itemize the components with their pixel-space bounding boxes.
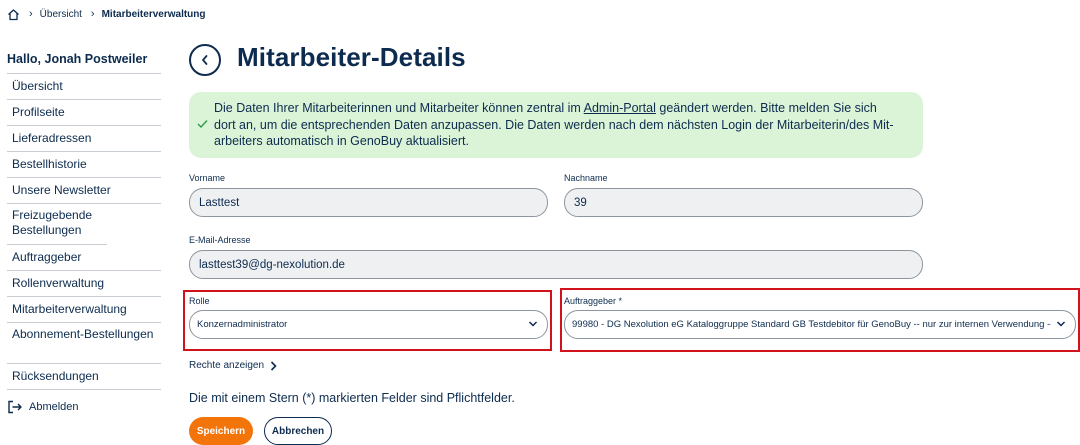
chevron-right-icon: › (29, 7, 33, 20)
sidebar-item-freizugebende-bestellungen[interactable]: Freizugebende Bestellungen (7, 204, 107, 245)
sidebar-greeting: Hallo, Jonah Postweiler (7, 50, 161, 74)
logout-label: Abmelden (29, 401, 79, 413)
required-fields-note: Die mit einem Stern (*) markierten Felde… (189, 391, 515, 405)
vorname-field[interactable]: Lasttest (189, 188, 548, 217)
breadcrumb-item-current: Mitarbeiterverwaltung (101, 8, 206, 20)
chevron-left-icon (202, 55, 208, 65)
breadcrumb: › Übersicht › Mitarbeiterverwaltung (7, 7, 206, 21)
sidebar-item-mitarbeiterverwaltung[interactable]: Mitarbeiterverwaltung (7, 297, 161, 323)
auftraggeber-select-value: 99980 - DG Nexolution eG Kataloggruppe S… (572, 319, 1051, 330)
sidebar-item-lieferadressen[interactable]: Lieferadressen (7, 126, 161, 152)
sidebar-item-auftraggeber[interactable]: Auftraggeber (7, 245, 161, 271)
info-text-2: geändert werden. Bitte melden Sie sich (655, 101, 877, 115)
email-label: E-Mail-Adresse (189, 235, 251, 245)
auftraggeber-label: Auftraggeber * (564, 296, 623, 306)
cancel-button[interactable]: Abbrechen (264, 417, 332, 445)
sidebar-item-ruecksendungen[interactable]: Rücksendungen (7, 364, 161, 390)
sidebar-item-newsletter[interactable]: Unsere Newsletter (7, 178, 161, 204)
info-text-3: dort an, um die entsprechenden Daten anz… (214, 117, 894, 132)
info-text-4: arbeiters automatisch in GenoBuy aktuali… (214, 134, 469, 148)
info-banner: Die Daten Ihrer Mitarbeiterinnen und Mit… (189, 92, 923, 158)
chevron-right-icon (270, 360, 277, 371)
save-button[interactable]: Speichern (189, 417, 253, 445)
sidebar: Hallo, Jonah Postweiler Übersicht Profil… (7, 50, 161, 414)
chevron-down-icon (528, 321, 538, 327)
email-field[interactable]: lasttest39@dg-nexolution.de (189, 250, 923, 279)
info-text-1: Die Daten Ihrer Mitarbeiterinnen und Mit… (214, 101, 584, 115)
sidebar-item-uebersicht[interactable]: Übersicht (7, 74, 161, 100)
auftraggeber-select[interactable]: 99980 - DG Nexolution eG Kataloggruppe S… (564, 310, 1076, 339)
nachname-label: Nachname (564, 173, 608, 183)
rights-link[interactable]: Rechte anzeigen (189, 360, 277, 371)
chevron-right-icon: › (90, 7, 95, 20)
sidebar-item-rollenverwaltung[interactable]: Rollenverwaltung (7, 271, 161, 297)
vorname-label: Vorname (189, 173, 226, 183)
admin-portal-link[interactable]: Admin-Portal (584, 101, 656, 115)
home-icon[interactable] (7, 8, 20, 21)
sidebar-item-abonnement-bestellungen[interactable]: Abonnement-Bestellungen (7, 323, 161, 364)
logout-icon (8, 400, 22, 414)
page-title: Mitarbeiter-Details (237, 42, 466, 72)
rights-link-label: Rechte anzeigen (189, 360, 265, 371)
logout-link[interactable]: Abmelden (7, 400, 161, 414)
rolle-select-value: Konzernadministrator (197, 319, 288, 330)
rolle-select[interactable]: Konzernadministrator (189, 310, 548, 339)
chevron-down-icon (1056, 321, 1066, 327)
breadcrumb-item-uebersicht[interactable]: Übersicht (40, 9, 82, 20)
back-button[interactable] (189, 44, 221, 76)
nachname-field[interactable]: 39 (564, 188, 923, 217)
rolle-label: Rolle (189, 296, 210, 306)
check-icon (197, 120, 208, 129)
sidebar-item-bestellhistorie[interactable]: Bestellhistorie (7, 152, 161, 178)
sidebar-item-profilseite[interactable]: Profilseite (7, 100, 161, 126)
